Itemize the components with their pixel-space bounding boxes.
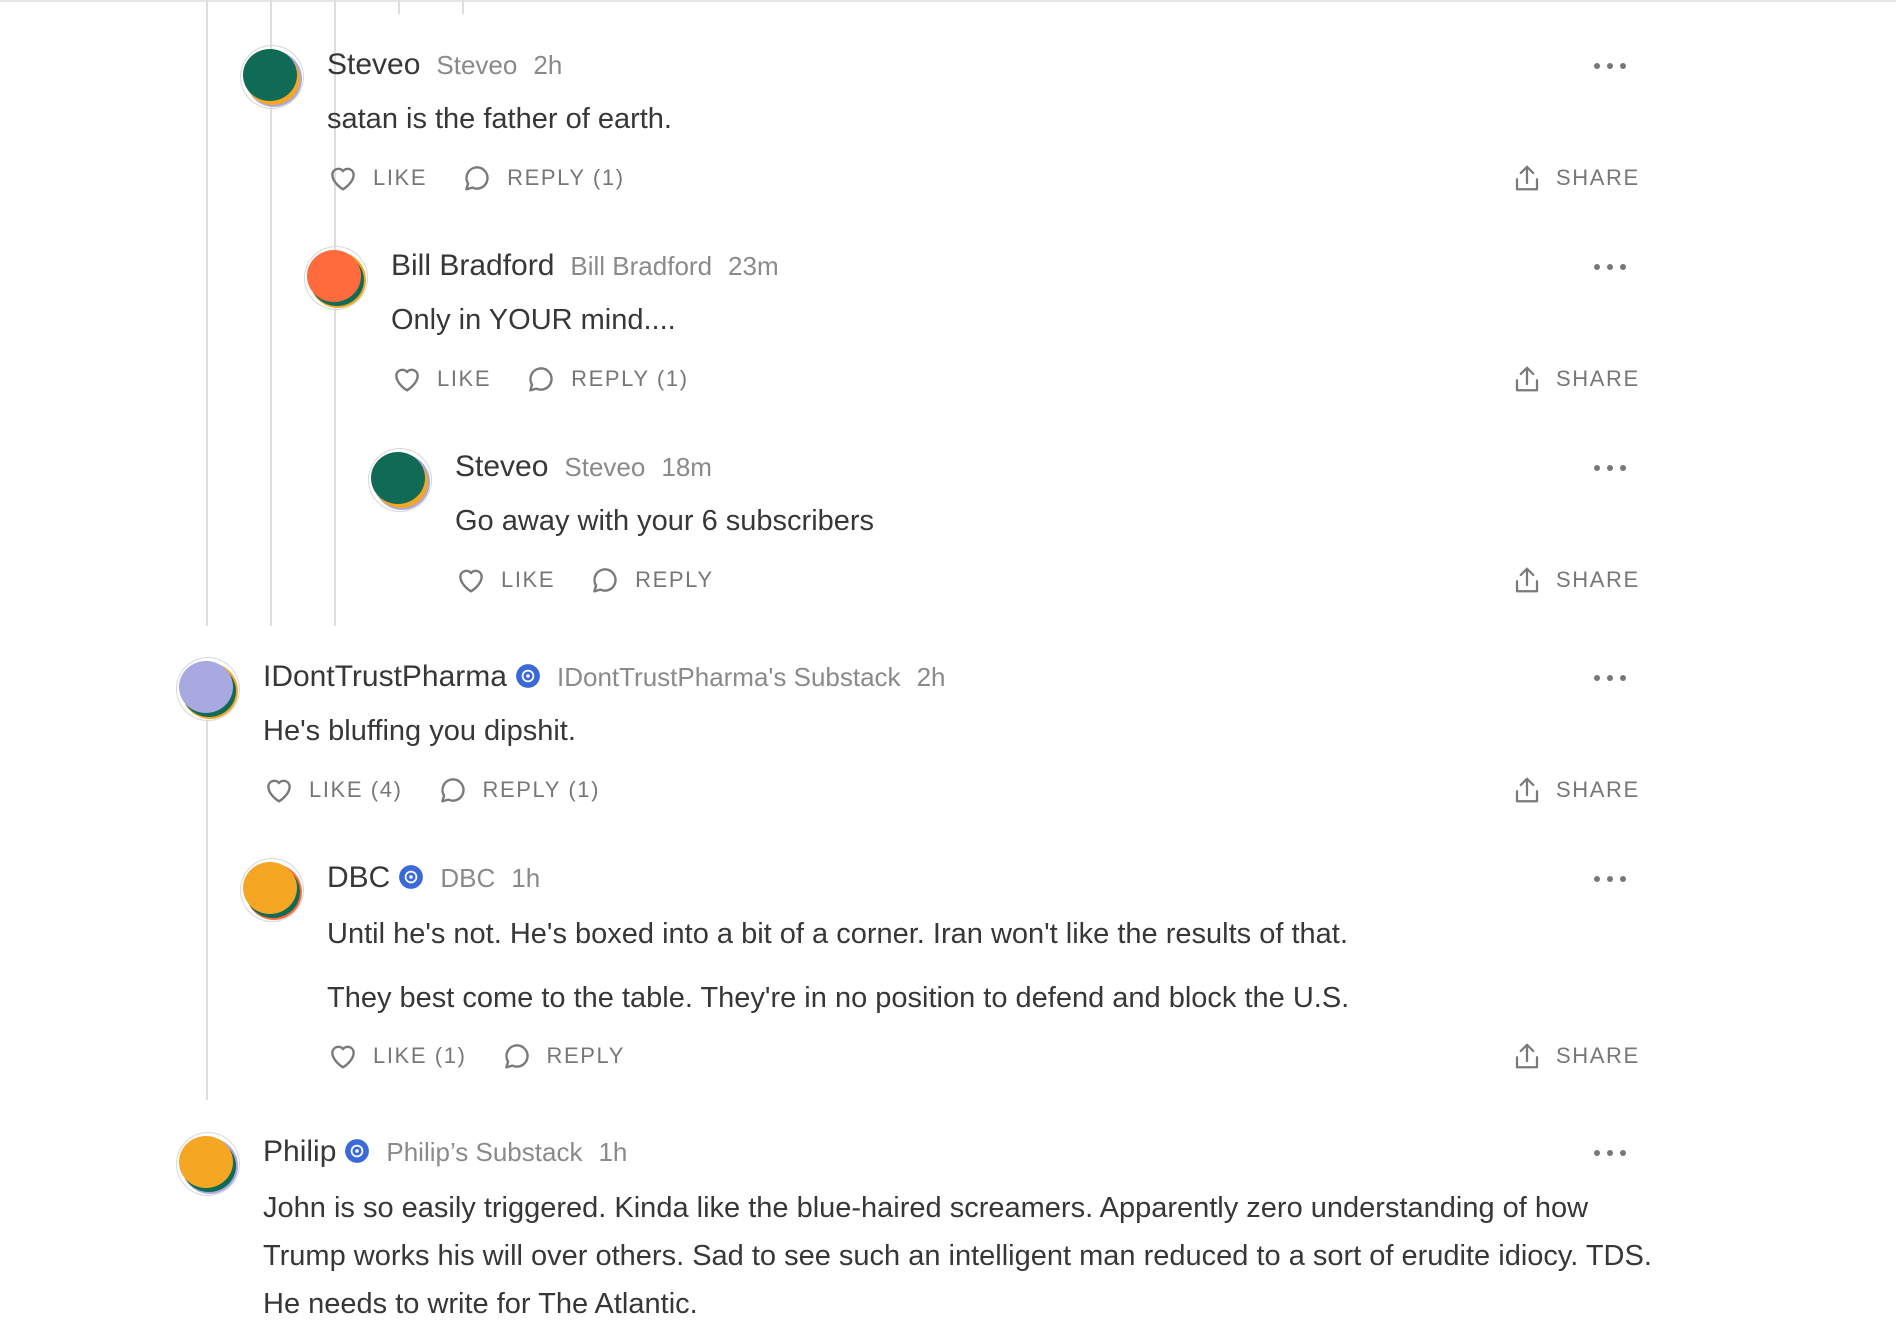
more-options-button[interactable]	[1594, 262, 1626, 272]
like-button[interactable]: LIKE (4)	[263, 774, 403, 806]
comment-author[interactable]: DBC	[327, 861, 390, 895]
comment-bubble-icon	[504, 1044, 529, 1069]
comment-paragraph: satan is the father of earth.	[327, 103, 672, 135]
comment-handle[interactable]: Bill Bradford	[570, 251, 712, 282]
comment-handle[interactable]: Steveo	[564, 452, 645, 483]
comment-author[interactable]: Steveo	[455, 450, 548, 484]
comment-time[interactable]: 1h	[511, 863, 540, 894]
avatar[interactable]	[369, 449, 431, 511]
like-label: LIKE (1)	[373, 1043, 467, 1068]
verified-badge-icon	[399, 865, 424, 889]
thread-line	[462, 0, 464, 14]
like-label: LIKE	[437, 366, 492, 391]
verified-badge-icon	[516, 664, 540, 688]
comment-body: John is so easily triggered. Kinda like …	[263, 1184, 1663, 1344]
heart-icon	[459, 569, 483, 593]
reply-label: REPLY	[546, 1043, 626, 1068]
comment-handle[interactable]: Steveo	[436, 50, 517, 81]
comment-bubble-icon	[593, 568, 617, 593]
comment-author[interactable]: Steveo	[327, 48, 420, 82]
more-options-button[interactable]	[1594, 463, 1626, 473]
reply-button[interactable]: REPLY	[589, 564, 714, 596]
comment-body: Go away with your 6 subscribers	[455, 497, 1595, 561]
share-upload-icon	[1515, 567, 1539, 593]
reply-label: REPLY (1)	[571, 366, 689, 391]
comment-time[interactable]: 18m	[661, 452, 712, 483]
share-button[interactable]: SHARE	[1512, 1040, 1640, 1072]
comment-handle[interactable]: DBC	[440, 863, 495, 894]
reply-button[interactable]: REPLY (1)	[461, 162, 625, 194]
comment-time[interactable]: 2h	[533, 50, 562, 81]
avatar[interactable]	[177, 658, 239, 720]
share-upload-icon	[1515, 1043, 1539, 1069]
reply-button[interactable]: REPLY	[501, 1040, 626, 1072]
share-upload-icon	[1515, 777, 1539, 803]
comment-paragraph: Go away with your 6 subscribers	[455, 505, 875, 537]
avatar[interactable]	[305, 247, 367, 309]
like-button[interactable]: LIKE	[455, 564, 555, 596]
like-label: LIKE	[373, 165, 428, 190]
like-label: LIKE (4)	[309, 777, 403, 802]
thread-line	[206, 720, 208, 1100]
share-label: SHARE	[1556, 777, 1640, 802]
verified-badge-icon	[345, 1139, 370, 1163]
thread-line	[398, 0, 400, 14]
like-button[interactable]: LIKE	[327, 162, 427, 194]
share-button[interactable]: SHARE	[1512, 162, 1640, 194]
avatar[interactable]	[241, 859, 303, 921]
like-button[interactable]: LIKE	[391, 363, 491, 395]
comment-bubble-icon	[465, 166, 489, 191]
share-button[interactable]: SHARE	[1512, 363, 1640, 395]
thread-line	[206, 0, 208, 626]
comment-body: satan is the father of earth.	[327, 95, 1627, 159]
comment-bubble-icon	[529, 367, 553, 392]
comment-time[interactable]: 23m	[728, 251, 779, 282]
share-label: SHARE	[1556, 1043, 1640, 1068]
avatar[interactable]	[241, 46, 303, 108]
share-label: SHARE	[1556, 165, 1640, 190]
share-label: SHARE	[1556, 366, 1640, 391]
share-label: SHARE	[1556, 567, 1640, 592]
comment-author[interactable]: Bill Bradford	[391, 249, 554, 283]
comment-handle[interactable]: Philip’s Substack	[386, 1137, 582, 1168]
comment-bubble-icon	[440, 778, 465, 803]
like-button[interactable]: LIKE (1)	[327, 1040, 467, 1072]
avatar[interactable]	[177, 1133, 239, 1195]
share-upload-icon	[1515, 165, 1539, 191]
comment-paragraph: They best come to the table. They're in …	[327, 982, 1350, 1014]
heart-icon	[395, 368, 419, 392]
comment-body: He's bluffing you dipshit.	[263, 707, 1593, 771]
heart-icon	[331, 167, 355, 191]
comment-time[interactable]: 2h	[917, 662, 946, 693]
top-divider	[0, 0, 1896, 2]
comment-paragraph: He's bluffing you dipshit.	[263, 715, 576, 747]
comment-body: Until he's not. He's boxed into a bit of…	[327, 910, 1597, 1038]
comment-paragraph: Only in YOUR mind....	[391, 304, 676, 336]
share-upload-icon	[1515, 366, 1539, 392]
comment-body: Only in YOUR mind....	[391, 296, 1591, 360]
reply-label: REPLY	[635, 567, 714, 592]
comment-time[interactable]: 1h	[598, 1137, 627, 1168]
like-label: LIKE	[501, 567, 556, 592]
more-options-button[interactable]	[1594, 61, 1626, 71]
comment-handle[interactable]: IDontTrustPharma's Substack	[557, 662, 901, 693]
comment-paragraph: Until he's not. He's boxed into a bit of…	[327, 918, 1348, 950]
reply-label: REPLY (1)	[507, 165, 625, 190]
more-options-button[interactable]	[1594, 673, 1626, 683]
reply-button[interactable]: REPLY (1)	[525, 363, 689, 395]
heart-icon	[331, 1045, 355, 1069]
thread-line	[334, 0, 336, 626]
share-button[interactable]: SHARE	[1512, 774, 1640, 806]
comment-paragraph: John is so easily triggered. Kinda like …	[263, 1192, 1652, 1320]
comment-author[interactable]: Philip	[263, 1135, 336, 1169]
share-button[interactable]: SHARE	[1512, 564, 1640, 596]
more-options-button[interactable]	[1594, 1148, 1626, 1158]
more-options-button[interactable]	[1594, 874, 1626, 884]
comment-author[interactable]: IDontTrustPharma	[263, 660, 507, 694]
heart-icon	[267, 779, 291, 803]
reply-button[interactable]: REPLY (1)	[437, 774, 601, 806]
reply-label: REPLY (1)	[482, 777, 601, 802]
